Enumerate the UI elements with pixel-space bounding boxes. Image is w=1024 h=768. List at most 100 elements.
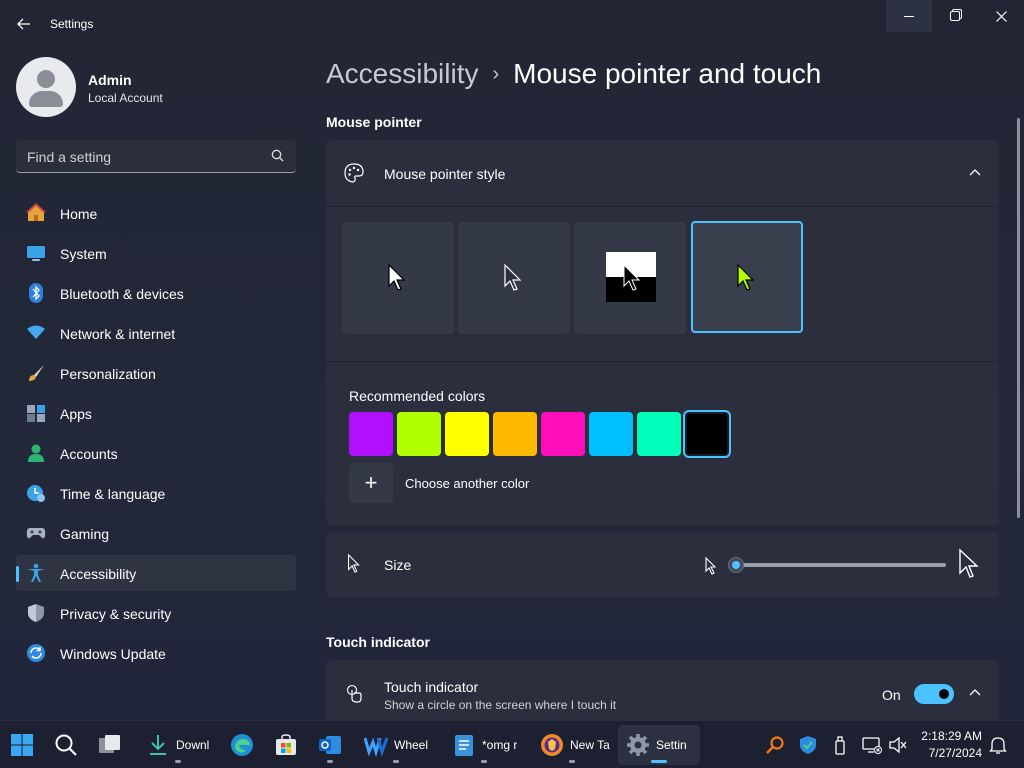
small-pointer-icon xyxy=(705,557,717,575)
breadcrumb-parent[interactable]: Accessibility xyxy=(326,58,478,89)
search-icon xyxy=(55,734,77,756)
taskbar-label: Wheel xyxy=(394,738,429,752)
settings-gear-icon xyxy=(627,734,649,756)
color-swatch[interactable] xyxy=(397,412,441,456)
sidebar-item-windows-update[interactable]: Windows Update xyxy=(16,635,296,671)
taskbar-item-store[interactable] xyxy=(266,725,306,765)
section-title-touch-indicator: Touch indicator xyxy=(326,634,430,650)
taskbar-item-wheel[interactable]: Wheel xyxy=(356,725,436,765)
toggle-state-label: On xyxy=(882,687,901,703)
defender-icon[interactable] xyxy=(798,735,818,755)
maximize-button[interactable] xyxy=(932,0,978,32)
search-input[interactable]: Find a setting xyxy=(16,140,296,173)
sidebar-item-home[interactable]: Home xyxy=(16,195,296,231)
avatar xyxy=(16,57,76,117)
search-tray-icon[interactable] xyxy=(765,735,785,755)
taskbar-label: *omg r xyxy=(482,738,518,752)
chevron-up-icon[interactable] xyxy=(969,167,981,179)
touch-indicator-toggle[interactable] xyxy=(914,684,954,704)
sidebar-item-personalization[interactable]: Personalization xyxy=(16,355,296,391)
accounts-icon xyxy=(28,444,44,462)
network-icon xyxy=(27,325,45,339)
home-icon xyxy=(26,203,46,221)
sidebar-item-accessibility[interactable]: Accessibility xyxy=(16,555,296,591)
back-button[interactable] xyxy=(12,10,36,38)
sidebar-item-accounts[interactable]: Accounts xyxy=(16,435,296,471)
chevron-up-icon[interactable] xyxy=(969,687,981,699)
sidebar-item-label: Personalization xyxy=(60,366,156,382)
clock-date: 7/27/2024 xyxy=(928,746,982,760)
taskbar-item-settings[interactable]: Settin xyxy=(618,725,700,765)
taskbar-clock[interactable]: 2:18:29 AM 7/27/2024 xyxy=(908,728,982,762)
taskbar-label: Downl xyxy=(176,738,210,752)
sidebar-nav: Home System Bluetooth & devices Network … xyxy=(16,195,296,675)
sidebar-item-label: Bluetooth & devices xyxy=(60,286,184,302)
taskbar-item-outlook[interactable] xyxy=(310,725,350,765)
breadcrumb: Accessibility › Mouse pointer and touch xyxy=(326,58,821,90)
bell-icon[interactable] xyxy=(988,735,1008,755)
taskbar-item-edge[interactable] xyxy=(222,725,262,765)
mouse-pointer-style-header[interactable]: Mouse pointer style xyxy=(326,140,999,206)
close-button[interactable] xyxy=(978,0,1024,32)
color-swatch[interactable] xyxy=(637,412,681,456)
mouse-pointer-style-card: Mouse pointer style Recommended colors +… xyxy=(326,140,999,526)
pointer-black-icon xyxy=(504,264,522,291)
page-title: Mouse pointer and touch xyxy=(513,58,822,89)
download-icon xyxy=(150,735,166,755)
sidebar-item-network[interactable]: Network & internet xyxy=(16,315,296,351)
size-card: Size xyxy=(326,532,999,598)
start-icon xyxy=(11,734,33,756)
minimize-button[interactable] xyxy=(886,0,932,32)
pointer-style-custom[interactable] xyxy=(691,221,803,333)
search-placeholder: Find a setting xyxy=(27,149,112,165)
store-icon xyxy=(276,734,296,755)
network-tray-icon[interactable] xyxy=(862,735,882,755)
gaming-icon xyxy=(26,528,46,539)
sidebar-item-privacy[interactable]: Privacy & security xyxy=(16,595,296,631)
pointer-size-icon xyxy=(348,554,360,573)
user-profile[interactable]: Admin Local Account xyxy=(16,57,296,117)
taskbar-item-notepad[interactable]: *omg r xyxy=(444,725,524,765)
sidebar-item-label: Accessibility xyxy=(60,566,137,582)
section-title-mouse-pointer: Mouse pointer xyxy=(326,114,422,130)
palette-icon xyxy=(344,163,364,183)
color-swatch[interactable] xyxy=(445,412,489,456)
taskbar-item-browser[interactable]: New Ta xyxy=(532,725,612,765)
choose-color-button[interactable]: + xyxy=(349,463,393,503)
color-swatch[interactable] xyxy=(493,412,537,456)
sidebar-item-label: Gaming xyxy=(60,526,110,542)
system-icon xyxy=(27,246,45,261)
sidebar-item-time-language[interactable]: Time & language xyxy=(16,475,296,511)
pointer-style-inverted[interactable] xyxy=(574,222,686,334)
taskbar-search-button[interactable] xyxy=(48,725,84,765)
sidebar-item-system[interactable]: System xyxy=(16,235,296,271)
color-swatch[interactable] xyxy=(683,410,731,458)
choose-color-label[interactable]: Choose another color xyxy=(405,476,529,491)
touch-indicator-description: Show a circle on the screen where I touc… xyxy=(384,698,617,712)
scrollbar[interactable] xyxy=(1017,118,1020,518)
taskbar-item-downloads[interactable]: Downl xyxy=(138,725,218,765)
pointer-custom-icon xyxy=(737,264,755,291)
wheel-icon xyxy=(364,737,388,757)
color-swatch[interactable] xyxy=(349,412,393,456)
settings-window: Settings Admin Local Account Find a sett… xyxy=(0,0,1024,720)
color-swatch[interactable] xyxy=(589,412,633,456)
usb-icon[interactable] xyxy=(830,735,850,755)
sidebar-item-label: Privacy & security xyxy=(60,606,172,622)
minimize-icon xyxy=(904,15,914,17)
pointer-style-black[interactable] xyxy=(458,222,570,334)
pointer-style-white[interactable] xyxy=(342,222,454,334)
sidebar-item-bluetooth[interactable]: Bluetooth & devices xyxy=(16,275,296,311)
taskbar-task-view[interactable] xyxy=(92,725,128,765)
breadcrumb-separator: › xyxy=(492,63,500,85)
bluetooth-icon xyxy=(29,283,43,303)
sidebar-item-apps[interactable]: Apps xyxy=(16,395,296,431)
taskbar-start-button[interactable] xyxy=(4,725,40,765)
large-pointer-icon xyxy=(959,548,979,578)
sidebar-item-gaming[interactable]: Gaming xyxy=(16,515,296,551)
color-swatch[interactable] xyxy=(541,412,585,456)
divider xyxy=(326,206,999,207)
size-slider-thumb[interactable] xyxy=(728,557,744,573)
size-slider-track[interactable] xyxy=(736,563,946,567)
volume-icon[interactable] xyxy=(888,735,908,755)
